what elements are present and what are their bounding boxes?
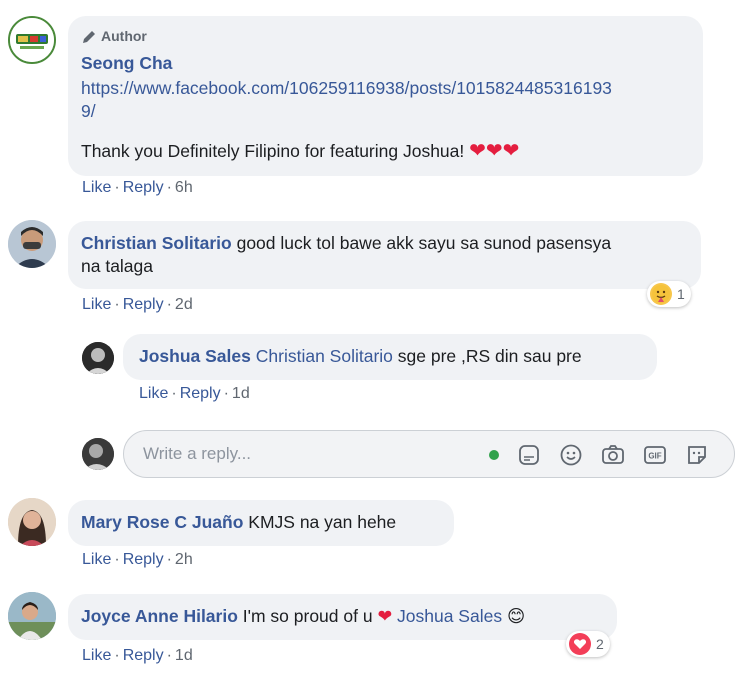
comment-text: Christian Solitario good luck tol bawe a… (81, 233, 612, 276)
timestamp[interactable]: 1d (175, 647, 193, 664)
comment-bubble: Joyce Anne Hilario I'm so proud of u ❤ J… (68, 594, 617, 640)
like-button[interactable]: Like (82, 647, 111, 664)
like-button[interactable]: Like (82, 296, 111, 313)
current-user-avatar[interactable] (82, 438, 114, 470)
online-dot-icon (489, 450, 499, 460)
reply-bubble: Joshua Sales Christian Solitario sge pre… (123, 334, 657, 380)
heart-icon: ❤ (377, 606, 393, 626)
comment-text: Thank you Definitely Filipino for featur… (81, 140, 520, 162)
gif-icon[interactable]: GIF (643, 443, 667, 467)
reply-button[interactable]: Reply (123, 179, 164, 196)
like-button[interactable]: Like (82, 551, 111, 568)
reply-button[interactable]: Reply (123, 647, 164, 664)
timestamp[interactable]: 1d (232, 385, 250, 402)
comment-actions: Like · Reply · 2d (82, 296, 193, 313)
reply-input[interactable]: Write a reply... GIF (123, 430, 735, 478)
reply-button[interactable]: Reply (123, 551, 164, 568)
avatar[interactable] (8, 220, 56, 268)
avatar[interactable] (8, 592, 56, 640)
sticker-icon[interactable] (517, 443, 541, 467)
emoji-icon[interactable] (559, 443, 583, 467)
person-photo-icon (8, 498, 56, 546)
comment-actions: Like · Reply · 2h (82, 551, 193, 568)
camera-icon[interactable] (601, 443, 625, 467)
comment-bubble: Author Seong Cha https://www.facebook.co… (68, 16, 703, 176)
care-reaction-icon (650, 283, 672, 305)
avatar[interactable] (82, 342, 114, 374)
reply-actions: Like · Reply · 1d (139, 385, 250, 402)
reply-text: Joshua Sales Christian Solitario sge pre… (139, 346, 582, 366)
comment-author-name[interactable]: Mary Rose C Juaño (81, 512, 243, 532)
reaction-badge[interactable]: 1 (647, 281, 691, 307)
comment-bubble: Mary Rose C Juaño KMJS na yan hehe (68, 500, 454, 546)
avatar[interactable] (8, 16, 56, 64)
pencil-icon (83, 30, 95, 43)
mention-link[interactable]: Joshua Sales (397, 606, 502, 626)
smile-emoji-icon: 😊 (506, 606, 526, 626)
reaction-badge[interactable]: 2 (566, 631, 610, 657)
page-logo-icon (10, 18, 54, 62)
comment-actions: Like · Reply · 1d (82, 647, 193, 664)
author-badge: Author (81, 25, 147, 48)
person-photo-icon (82, 342, 114, 374)
sticker-pack-icon[interactable] (685, 443, 709, 467)
heart-icon: ❤❤❤ (469, 140, 520, 162)
timestamp[interactable]: 2h (175, 551, 193, 568)
avatar[interactable] (8, 498, 56, 546)
timestamp[interactable]: 6h (175, 179, 193, 196)
reply-button[interactable]: Reply (123, 296, 164, 313)
comment-text: Mary Rose C Juaño KMJS na yan hehe (81, 512, 397, 532)
comment-author-name[interactable]: Christian Solitario (81, 233, 232, 253)
person-photo-icon (8, 220, 56, 268)
love-reaction-icon (569, 633, 591, 655)
mention-link[interactable]: Christian Solitario (256, 346, 393, 366)
post-link[interactable]: https://www.facebook.com/106259116938/po… (81, 77, 696, 123)
like-button[interactable]: Like (139, 385, 168, 402)
person-photo-icon (8, 592, 56, 640)
comment-bubble: Christian Solitario good luck tol bawe a… (68, 221, 701, 289)
comment-text: Joyce Anne Hilario I'm so proud of u ❤ J… (81, 606, 526, 626)
like-button[interactable]: Like (82, 179, 111, 196)
reply-author-name[interactable]: Joshua Sales (139, 346, 251, 366)
comment-actions: Like · Reply · 6h (82, 179, 193, 196)
person-photo-icon (82, 438, 114, 470)
comment-author-name[interactable]: Seong Cha (81, 52, 172, 75)
svg-text:GIF: GIF (648, 452, 661, 461)
reply-placeholder: Write a reply... (143, 444, 252, 463)
reply-button[interactable]: Reply (180, 385, 221, 402)
timestamp[interactable]: 2d (175, 296, 193, 313)
comment-author-name[interactable]: Joyce Anne Hilario (81, 606, 238, 626)
